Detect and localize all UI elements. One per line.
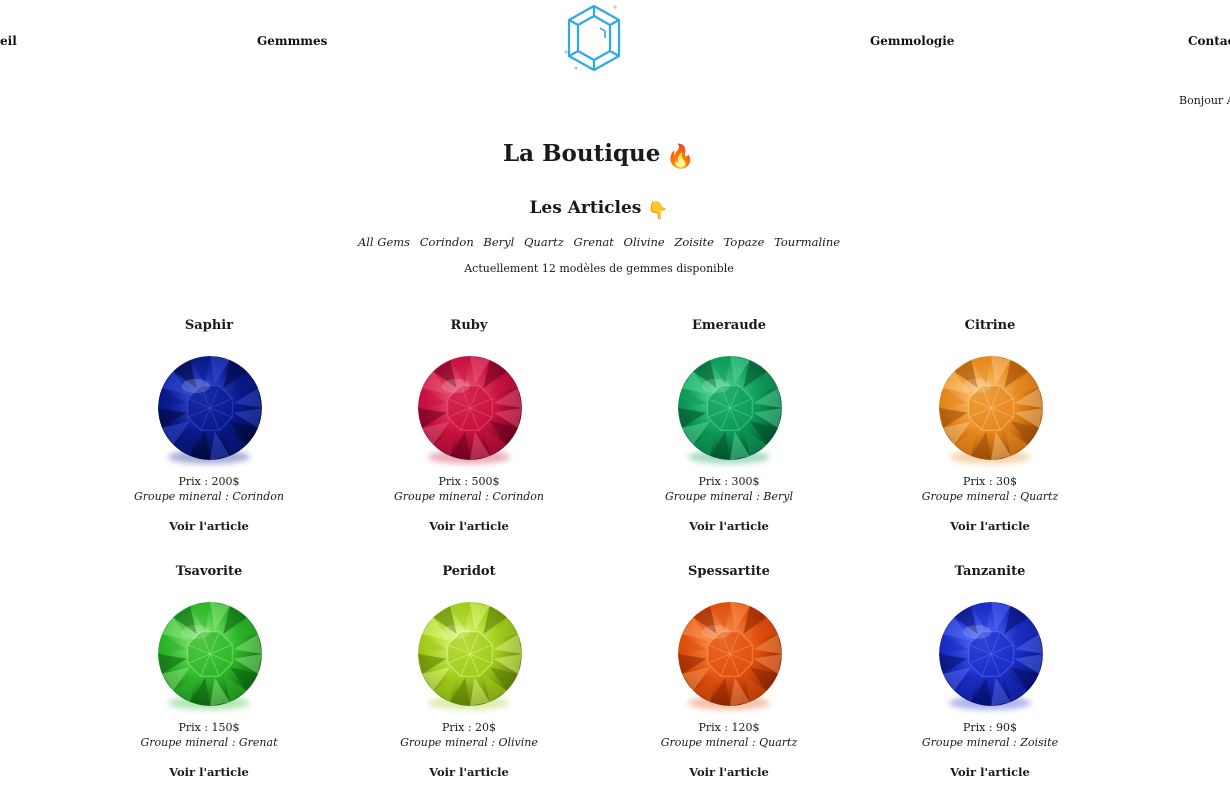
gem-image[interactable] xyxy=(935,600,1045,718)
view-article-link[interactable]: Voir l'article xyxy=(89,765,329,779)
product-price: Prix : 150$ xyxy=(178,721,240,734)
gem-stone xyxy=(939,356,1043,460)
product-card-spessartite: Spessartite Prix : 120$ Groupe mineral : xyxy=(609,564,849,779)
section-title: Les Articles 👇 xyxy=(0,198,1198,221)
product-price: Prix : 200$ xyxy=(178,475,240,488)
product-group: Groupe mineral : Zoisite xyxy=(921,736,1059,749)
diamond-logo-icon[interactable] xyxy=(561,2,627,76)
filter-beryl[interactable]: Beryl xyxy=(483,235,514,249)
gem-image[interactable] xyxy=(674,600,784,718)
gem-stone xyxy=(158,602,262,706)
product-name: Peridot xyxy=(442,564,496,579)
gem-stone xyxy=(678,356,782,460)
product-price: Prix : 300$ xyxy=(698,475,760,488)
view-article-link[interactable]: Voir l'article xyxy=(609,519,849,533)
product-price: Prix : 30$ xyxy=(962,475,1018,488)
product-card-ruby: Ruby Prix : 500$ Groupe mineral : Corind xyxy=(349,318,589,533)
product-group: Groupe mineral : Corindon xyxy=(393,490,545,503)
nav-link-gemmes[interactable]: Gemmmes xyxy=(257,34,327,48)
product-name: Tanzanite xyxy=(954,564,1026,579)
view-article-link[interactable]: Voir l'article xyxy=(89,519,329,533)
product-name: Emeraude xyxy=(691,318,767,333)
product-price: Prix : 500$ xyxy=(438,475,500,488)
section-title-text: Les Articles xyxy=(529,198,642,218)
product-price: Prix : 90$ xyxy=(962,721,1018,734)
nav-link-accueil[interactable]: eil xyxy=(0,34,17,48)
nav-link-contact[interactable]: Contact xyxy=(1188,34,1230,48)
product-name: Saphir xyxy=(184,318,234,333)
product-name: Ruby xyxy=(450,318,488,333)
gem-stone xyxy=(158,356,262,460)
product-group: Groupe mineral : Grenat xyxy=(140,736,278,749)
product-group: Groupe mineral : Quartz xyxy=(660,736,798,749)
gem-stone xyxy=(939,602,1043,706)
gem-image[interactable] xyxy=(154,354,264,472)
product-card-peridot: Peridot Prix : 20$ Groupe mineral : Oliv xyxy=(349,564,589,779)
gem-image[interactable] xyxy=(935,354,1045,472)
page-title: La Boutique 🔥 xyxy=(0,140,1198,170)
product-price: Prix : 120$ xyxy=(698,721,760,734)
user-greeting: Bonjour A xyxy=(1179,94,1230,107)
availability-count: Actuellement 12 modèles de gemmes dispon… xyxy=(464,262,734,275)
pointing-down-icon: 👇 xyxy=(647,201,669,221)
product-card-tsavorite: Tsavorite Prix : 150$ Groupe mineral : G xyxy=(89,564,329,779)
view-article-link[interactable]: Voir l'article xyxy=(609,765,849,779)
product-name: Spessartite xyxy=(688,564,770,579)
filter-zoisite[interactable]: Zoisite xyxy=(674,235,714,249)
filter-grenat[interactable]: Grenat xyxy=(574,235,614,249)
product-group: Groupe mineral : Olivine xyxy=(400,736,538,749)
product-group: Groupe mineral : Corindon xyxy=(133,490,285,503)
filter-all-gems[interactable]: All Gems xyxy=(358,235,410,249)
product-card-emeraude: Emeraude Prix : 300$ Groupe mineral : Be xyxy=(609,318,849,533)
nav-link-gemmologie[interactable]: Gemmologie xyxy=(870,34,954,48)
product-card-tanzanite: Tanzanite Prix : 90$ Groupe mineral : Zo xyxy=(870,564,1110,779)
filter-tourmaline[interactable]: Tourmaline xyxy=(774,235,840,249)
view-article-link[interactable]: Voir l'article xyxy=(870,519,1110,533)
view-article-link[interactable]: Voir l'article xyxy=(870,765,1110,779)
filter-olivine[interactable]: Olivine xyxy=(624,235,665,249)
gem-stone xyxy=(678,602,782,706)
filter-corindon[interactable]: Corindon xyxy=(420,235,474,249)
view-article-link[interactable]: Voir l'article xyxy=(349,765,589,779)
product-group: Groupe mineral : Quartz xyxy=(921,490,1059,503)
product-card-saphir: Saphir Prix : 200$ Groupe mineral : Cori xyxy=(89,318,329,533)
category-filters: All Gems Corindon Beryl Quartz Grenat Ol… xyxy=(0,235,1198,249)
fire-icon: 🔥 xyxy=(666,143,696,170)
product-name: Tsavorite xyxy=(175,564,243,579)
product-name: Citrine xyxy=(964,318,1016,333)
gem-image[interactable] xyxy=(674,354,784,472)
filter-topaze[interactable]: Topaze xyxy=(724,235,765,249)
product-card-citrine: Citrine Prix : 30$ Groupe mineral : Quar xyxy=(870,318,1110,533)
gem-image[interactable] xyxy=(414,354,524,472)
page-title-text: La Boutique xyxy=(502,140,661,167)
gem-image[interactable] xyxy=(414,600,524,718)
gem-stone xyxy=(418,602,522,706)
gem-stone xyxy=(418,356,522,460)
filter-quartz[interactable]: Quartz xyxy=(524,235,564,249)
view-article-link[interactable]: Voir l'article xyxy=(349,519,589,533)
product-group: Groupe mineral : Beryl xyxy=(665,490,793,503)
product-price: Prix : 20$ xyxy=(441,721,497,734)
gem-image[interactable] xyxy=(154,600,264,718)
